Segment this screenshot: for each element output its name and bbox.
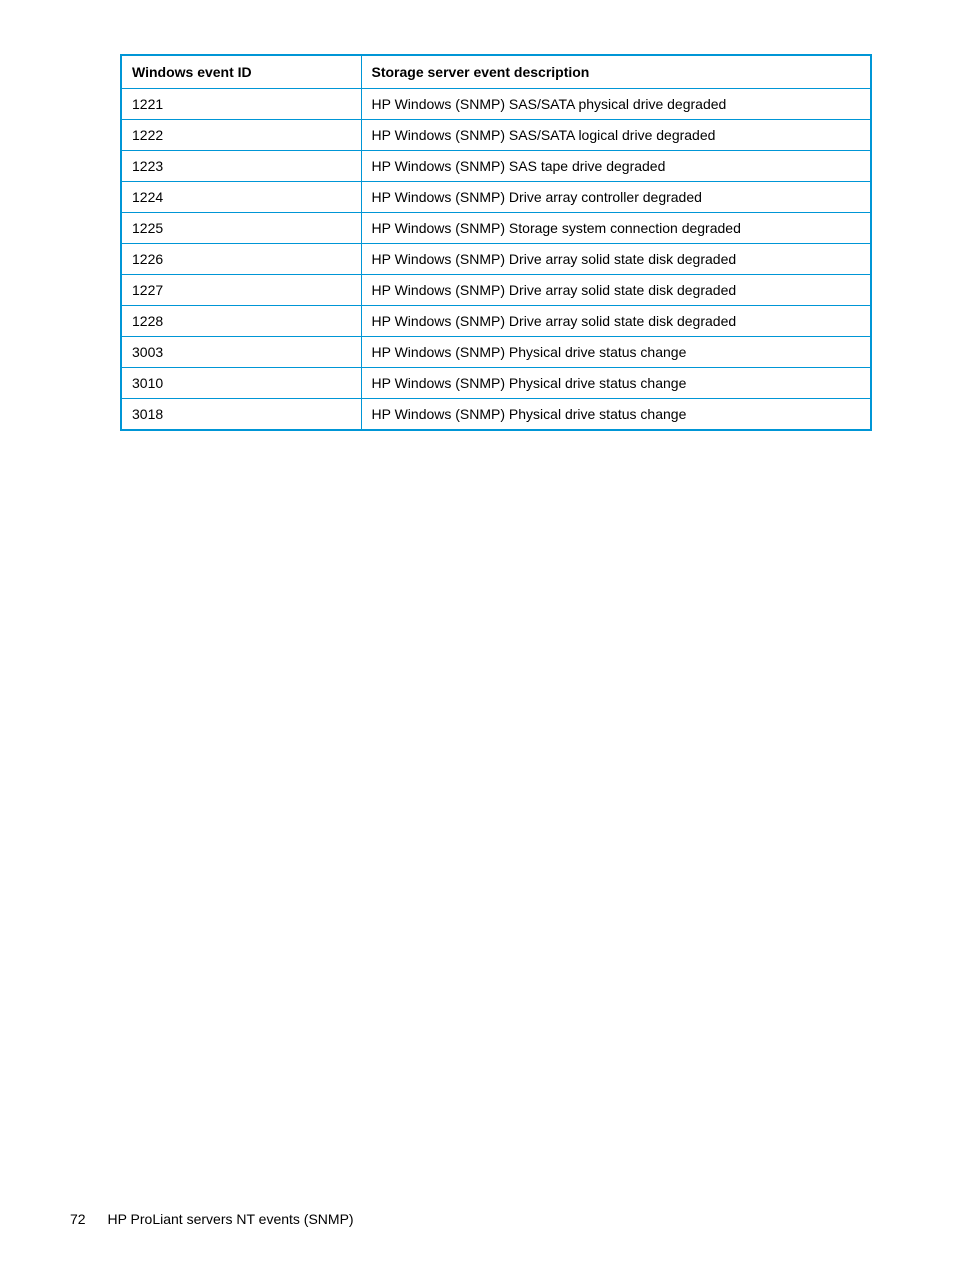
cell-event-desc: HP Windows (SNMP) SAS/SATA physical driv… bbox=[361, 89, 871, 120]
page-content: Windows event ID Storage server event de… bbox=[0, 0, 954, 431]
cell-event-desc: HP Windows (SNMP) Drive array solid stat… bbox=[361, 275, 871, 306]
table-row: 1225 HP Windows (SNMP) Storage system co… bbox=[121, 213, 871, 244]
cell-event-id: 3018 bbox=[121, 399, 361, 431]
cell-event-id: 1221 bbox=[121, 89, 361, 120]
cell-event-id: 3010 bbox=[121, 368, 361, 399]
header-event-description: Storage server event description bbox=[361, 55, 871, 89]
cell-event-desc: HP Windows (SNMP) SAS/SATA logical drive… bbox=[361, 120, 871, 151]
cell-event-id: 1223 bbox=[121, 151, 361, 182]
table-row: 3003 HP Windows (SNMP) Physical drive st… bbox=[121, 337, 871, 368]
cell-event-desc: HP Windows (SNMP) Storage system connect… bbox=[361, 213, 871, 244]
table-row: 1228 HP Windows (SNMP) Drive array solid… bbox=[121, 306, 871, 337]
cell-event-desc: HP Windows (SNMP) Physical drive status … bbox=[361, 399, 871, 431]
cell-event-id: 1226 bbox=[121, 244, 361, 275]
table-body: 1221 HP Windows (SNMP) SAS/SATA physical… bbox=[121, 89, 871, 431]
cell-event-id: 1224 bbox=[121, 182, 361, 213]
table-row: 1221 HP Windows (SNMP) SAS/SATA physical… bbox=[121, 89, 871, 120]
cell-event-desc: HP Windows (SNMP) Drive array solid stat… bbox=[361, 306, 871, 337]
table-row: 1223 HP Windows (SNMP) SAS tape drive de… bbox=[121, 151, 871, 182]
table-row: 1226 HP Windows (SNMP) Drive array solid… bbox=[121, 244, 871, 275]
events-table: Windows event ID Storage server event de… bbox=[120, 54, 872, 431]
cell-event-id: 1227 bbox=[121, 275, 361, 306]
cell-event-desc: HP Windows (SNMP) SAS tape drive degrade… bbox=[361, 151, 871, 182]
cell-event-desc: HP Windows (SNMP) Drive array controller… bbox=[361, 182, 871, 213]
page-number: 72 bbox=[70, 1211, 86, 1227]
page-footer: 72 HP ProLiant servers NT events (SNMP) bbox=[70, 1211, 354, 1227]
cell-event-id: 3003 bbox=[121, 337, 361, 368]
cell-event-desc: HP Windows (SNMP) Physical drive status … bbox=[361, 368, 871, 399]
header-event-id: Windows event ID bbox=[121, 55, 361, 89]
cell-event-desc: HP Windows (SNMP) Physical drive status … bbox=[361, 337, 871, 368]
cell-event-desc: HP Windows (SNMP) Drive array solid stat… bbox=[361, 244, 871, 275]
cell-event-id: 1228 bbox=[121, 306, 361, 337]
footer-section-title: HP ProLiant servers NT events (SNMP) bbox=[107, 1211, 353, 1227]
table-row: 1224 HP Windows (SNMP) Drive array contr… bbox=[121, 182, 871, 213]
table-row: 1222 HP Windows (SNMP) SAS/SATA logical … bbox=[121, 120, 871, 151]
table-row: 3018 HP Windows (SNMP) Physical drive st… bbox=[121, 399, 871, 431]
table-row: 1227 HP Windows (SNMP) Drive array solid… bbox=[121, 275, 871, 306]
table-row: 3010 HP Windows (SNMP) Physical drive st… bbox=[121, 368, 871, 399]
cell-event-id: 1225 bbox=[121, 213, 361, 244]
cell-event-id: 1222 bbox=[121, 120, 361, 151]
table-header-row: Windows event ID Storage server event de… bbox=[121, 55, 871, 89]
